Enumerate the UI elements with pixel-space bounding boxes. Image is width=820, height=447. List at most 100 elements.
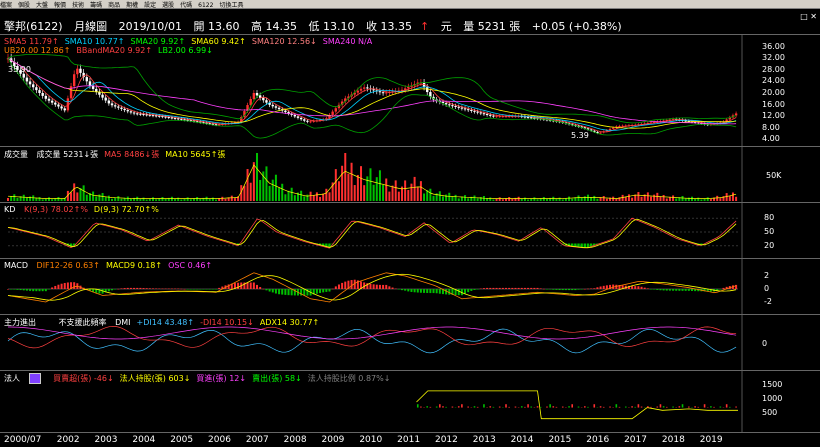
volume-bar (335, 169, 337, 201)
volume-bar (423, 194, 425, 202)
osc-bar (45, 289, 47, 291)
macd-panel: MACD DIF12-26 0.63↑MACD9 0.18↑OSC 0.46↑ … (0, 258, 820, 315)
chart-title-bar: 擎邦(6122) 月線圖 2019/10/01 開 13.60 高 14.35 … (0, 9, 820, 34)
volume-bar (329, 192, 331, 201)
volume-bar (477, 198, 479, 201)
osc-bar (540, 288, 542, 289)
settings-icon[interactable] (29, 373, 41, 384)
window-controls[interactable]: □ ✕ (800, 12, 817, 21)
toolbar-item[interactable]: 6122 (198, 2, 213, 9)
osc-bar (467, 289, 469, 292)
volume-bar (682, 196, 684, 201)
scale-label: 1500 (762, 380, 782, 389)
toolbar-item[interactable]: 設定 (144, 2, 156, 9)
volume-bar (719, 198, 721, 201)
plus-di-line (8, 329, 736, 353)
date-axis-label: 2016 (586, 435, 609, 445)
osc-bar (139, 288, 141, 289)
toolbar-item[interactable]: 大盤 (36, 2, 48, 9)
osc-bar (606, 285, 608, 289)
inst-net-bar (430, 407, 432, 408)
osc-bar (284, 289, 286, 295)
toolbar-item[interactable]: 技術 (72, 2, 84, 9)
osc-bar (420, 289, 422, 293)
volume-bar (351, 163, 353, 201)
volume-bar (316, 192, 318, 201)
osc-bar (149, 288, 151, 289)
date-axis-label: 2014 (511, 435, 534, 445)
date-axis-label: 2003 (95, 435, 118, 445)
osc-bar (530, 288, 532, 289)
volume-bar (448, 193, 450, 201)
toolbar-item[interactable]: 檔案 (0, 2, 12, 9)
toolbar-item[interactable]: 商品 (108, 2, 120, 9)
osc-bar (404, 289, 406, 291)
osc-bar (634, 286, 636, 289)
toolbar-item[interactable]: 選股 (162, 2, 174, 9)
osc-bar (414, 289, 416, 292)
volume-bar (451, 197, 453, 201)
osc-bar (130, 288, 132, 289)
volume-bar (199, 199, 201, 201)
volume-bar (143, 198, 145, 201)
volume-bar (625, 197, 627, 201)
osc-bar (218, 288, 220, 289)
toolbar-item[interactable]: 期權 (126, 2, 138, 9)
volume-bar (48, 197, 50, 201)
moving-average-line (8, 58, 736, 130)
osc-bar (565, 289, 567, 290)
volume-bar (726, 193, 728, 201)
price-legend-item: SMA20 9.92↑ (130, 37, 185, 46)
osc-bar (641, 287, 643, 289)
osc-bar (39, 289, 41, 291)
institutional-legend-item: 法人持股比例 0.87%↓ (308, 374, 391, 383)
osc-bar (13, 289, 15, 290)
toolbar-item[interactable]: 籌碼 (90, 2, 102, 9)
volume-bar (209, 199, 211, 201)
candle (344, 96, 346, 104)
osc-bar (174, 289, 176, 290)
volume-bar (127, 197, 129, 201)
date-axis-label: 2000/07 (4, 435, 41, 445)
volume-bar (23, 195, 25, 201)
osc-bar (199, 289, 201, 290)
osc-bar (20, 289, 22, 290)
osc-bar (723, 288, 725, 289)
volume-legend-item: MA5 8486↓張 (104, 150, 159, 159)
institutional-legend: 法人 買賣超(張) -46↓法人持股(張) 603↓買進(張) 12↓賣出(張)… (4, 373, 402, 384)
osc-bar (180, 289, 182, 290)
osc-bar (237, 283, 239, 289)
scale-label: 36.00 (762, 42, 785, 51)
toolbar-item[interactable]: 報價 (54, 2, 66, 9)
date-axis-label: 2008 (284, 435, 307, 445)
volume-bar (587, 195, 589, 201)
inst-net-bar (682, 404, 684, 407)
volume-bar (559, 198, 561, 201)
date-axis-label: 2002 (57, 435, 80, 445)
toolbar-item[interactable]: 個股 (18, 2, 30, 9)
inst-net-bar (584, 406, 586, 407)
osc-bar (67, 282, 69, 289)
volume-bar (537, 199, 539, 201)
volume-bar (294, 195, 296, 201)
toolbar-item[interactable]: 切換工具 (219, 2, 243, 9)
candle (82, 69, 84, 81)
toolbar-item[interactable]: 代碼 (180, 2, 192, 9)
price-legend-item: SMA10 10.77↑ (65, 37, 125, 46)
volume-bar (596, 199, 598, 201)
osc-bar (344, 282, 346, 289)
scale-label: 2 (764, 271, 769, 280)
osc-bar (429, 289, 431, 293)
candle (142, 112, 144, 116)
dmi-scale: 0 (762, 339, 767, 348)
osc-bar (395, 289, 397, 290)
volume-bar (212, 198, 214, 201)
kd-legend-item: D(9,3) 72.70↑% (94, 205, 159, 214)
inst-net-bar (729, 407, 731, 408)
osc-bar (571, 289, 573, 290)
volume-bar (414, 177, 416, 201)
osc-bar (196, 289, 198, 290)
osc-bar (23, 289, 25, 290)
osc-bar (574, 289, 576, 290)
osc-bar (511, 288, 513, 289)
